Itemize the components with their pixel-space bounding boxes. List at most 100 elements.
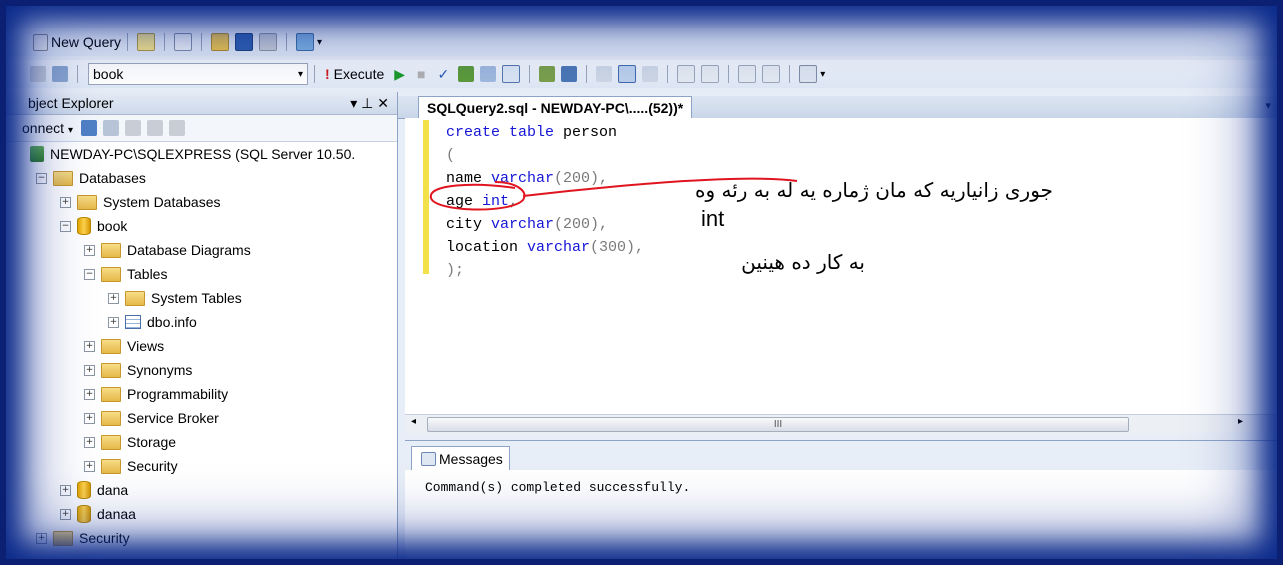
expand-icon[interactable]: + [108, 292, 119, 304]
expand-icon[interactable]: + [84, 364, 95, 376]
stop-icon[interactable]: ■ [417, 66, 425, 82]
tree-node[interactable]: − book [0, 214, 397, 238]
new-query-button[interactable]: New Query [30, 33, 121, 51]
table-icon [125, 315, 141, 329]
filter-icon[interactable] [146, 120, 163, 136]
toolbar-separator [127, 33, 129, 51]
connect-dropdown[interactable]: onnect ▾ [22, 120, 73, 136]
uncomment-icon[interactable] [701, 65, 720, 83]
expand-icon[interactable]: + [60, 196, 71, 208]
new-file-icon[interactable] [174, 33, 193, 51]
query-designer-icon[interactable] [480, 66, 497, 82]
editor-horizontal-scrollbar[interactable]: ◂ III ▸ [405, 414, 1283, 433]
panel-controls[interactable]: ▾ ⊥ ✕ [350, 95, 389, 112]
tree-node-label: System Tables [151, 290, 242, 306]
expand-icon[interactable]: + [84, 244, 95, 256]
folder-icon [101, 434, 121, 450]
open-folder-icon[interactable] [211, 33, 230, 51]
database-engine-query-icon[interactable] [137, 33, 156, 51]
specify-values-icon[interactable] [799, 65, 818, 83]
expand-icon[interactable]: + [84, 436, 95, 448]
scroll-left-icon[interactable]: ◂ [411, 416, 416, 427]
parse-icon[interactable]: ✓ [438, 66, 450, 83]
tab-messages[interactable]: Messages [411, 446, 510, 471]
collapse-icon[interactable]: − [60, 220, 71, 232]
folder-icon [101, 338, 121, 354]
estimated-plan-icon[interactable] [458, 66, 475, 82]
toolbar-overflow-icon[interactable]: ▾ [317, 37, 322, 48]
code-text: ); [446, 262, 465, 279]
expand-icon[interactable]: + [84, 388, 95, 400]
print-icon[interactable] [259, 33, 278, 51]
tree-node-label: Security [79, 530, 130, 546]
expand-icon[interactable]: + [60, 484, 71, 496]
client-statistics-icon[interactable] [561, 66, 578, 82]
expand-icon[interactable]: + [84, 460, 95, 472]
tree-node-label: danaa [97, 506, 136, 522]
expand-icon[interactable]: + [84, 340, 95, 352]
results-grid-icon[interactable] [618, 65, 637, 83]
tree-node[interactable]: − Tables [0, 262, 397, 286]
results-to-text-icon[interactable] [596, 66, 613, 82]
tree-node[interactable]: + Views [0, 334, 397, 358]
tree-node[interactable]: + Service Broker [0, 406, 397, 430]
toolbar-separator [667, 65, 669, 83]
tree-node[interactable]: + System Tables [0, 286, 397, 310]
tree-node-label: Security [127, 458, 178, 474]
available-databases-select[interactable]: book ▾ [88, 63, 308, 85]
execute-label: Execute [333, 66, 385, 82]
tree-node[interactable]: + dbo.info [0, 310, 397, 334]
stop-icon[interactable] [124, 120, 141, 136]
tree-node[interactable]: + Synonyms [0, 358, 397, 382]
folder-icon [77, 194, 97, 210]
execute-icon: ! [325, 66, 330, 82]
include-plan-icon[interactable] [539, 66, 556, 82]
object-explorer-panel: bject Explorer ▾ ⊥ ✕ onnect ▾ NEWDAY-PC\… [0, 92, 398, 565]
expand-icon[interactable]: + [60, 508, 71, 520]
tree-node-label: Database Diagrams [127, 242, 251, 258]
tree-node[interactable]: − Databases [0, 166, 397, 190]
tree-node[interactable]: + dana [0, 478, 397, 502]
refresh-icon[interactable] [168, 120, 185, 136]
tab-sqlquery2[interactable]: SQLQuery2.sql - NEWDAY-PC\.....(52))* [418, 96, 693, 119]
expand-icon[interactable]: + [108, 316, 119, 328]
tree-node[interactable]: + Security [0, 454, 397, 478]
editor-tab-strip: SQLQuery2.sql - NEWDAY-PC\.....(52))* ▾ [398, 96, 1283, 119]
folder-icon [101, 362, 121, 378]
tree-node[interactable]: + Programmability [0, 382, 397, 406]
scroll-right-icon[interactable]: ▸ [1238, 416, 1243, 427]
expand-icon[interactable]: + [84, 412, 95, 424]
tree-node[interactable]: + Storage [0, 430, 397, 454]
query-editor[interactable]: create table person ( name varchar(200),… [405, 118, 1283, 414]
collapse-icon[interactable]: − [36, 172, 47, 184]
increase-indent-icon[interactable] [762, 65, 781, 83]
toolbar-overflow-icon[interactable]: ▾ [820, 69, 825, 80]
tree-node[interactable]: + Security [0, 526, 397, 550]
save-icon[interactable] [235, 33, 254, 51]
collapse-icon[interactable]: − [84, 268, 95, 280]
tree-node-label: dana [97, 482, 129, 498]
tree-node[interactable]: + System Databases [0, 190, 397, 214]
execute-button[interactable]: ! Execute [325, 66, 384, 82]
toolbar-separator [789, 65, 791, 83]
results-to-grid-icon[interactable] [502, 65, 521, 83]
tree-node[interactable]: + danaa [0, 502, 397, 526]
connect-icon[interactable] [30, 66, 46, 82]
tree-node[interactable]: NEWDAY-PC\SQLEXPRESS (SQL Server 10.50. [0, 142, 397, 166]
disconnect-icon[interactable] [102, 120, 119, 136]
tab-overflow-icon[interactable]: ▾ [1265, 99, 1271, 112]
ssms-window: New Query ▾ book ▾ ! Execute ▶ ■ ✓ ▾ bje… [0, 0, 1283, 565]
debug-icon[interactable]: ▶ [394, 66, 405, 83]
comment-icon[interactable] [677, 65, 696, 83]
toolbar-separator [164, 33, 166, 51]
connect-object-explorer-icon[interactable] [80, 120, 97, 136]
results-to-file-icon[interactable] [642, 66, 659, 82]
scrollbar-thumb[interactable]: III [427, 417, 1129, 432]
folder-icon [101, 242, 121, 258]
decrease-indent-icon[interactable] [738, 65, 757, 83]
change-connection-icon[interactable] [52, 66, 68, 82]
activity-monitor-icon[interactable] [296, 33, 315, 51]
expand-icon[interactable]: + [36, 532, 47, 544]
tree-node[interactable]: + Database Diagrams [0, 238, 397, 262]
tree-node-label: Tables [127, 266, 168, 282]
